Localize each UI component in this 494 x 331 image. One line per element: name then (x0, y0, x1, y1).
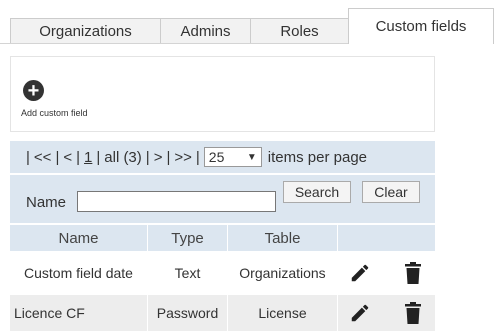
chevron-down-icon: ▼ (246, 151, 257, 163)
pagination-bar: | << | < | 1 | all (3) | > | >> | 25 ▼ i… (10, 141, 435, 173)
clear-button[interactable]: Clear (362, 181, 420, 203)
add-custom-field-label[interactable]: Add custom field (21, 108, 88, 118)
table-row-1-type: Text (174, 265, 201, 281)
column-header-name[interactable]: Name (10, 225, 147, 251)
table-row-1-table: Organizations (239, 265, 326, 281)
column-header-type[interactable]: Type (148, 225, 227, 251)
pager-separator: | (145, 148, 150, 166)
pager-page-1-link[interactable]: 1 (84, 149, 92, 166)
table-row-2-type: Password (156, 305, 219, 321)
pencil-icon[interactable] (346, 260, 374, 286)
tab-organizations[interactable]: Organizations (10, 18, 161, 43)
pager-last-link[interactable]: >> (174, 149, 192, 166)
tab-roles[interactable]: Roles (250, 18, 349, 43)
pager-first-link[interactable]: << (34, 149, 52, 166)
items-per-page-label: items per page (267, 148, 368, 166)
pager-all-link[interactable]: all (3) (104, 149, 142, 166)
pencil-icon[interactable] (346, 300, 374, 326)
trash-icon[interactable] (399, 260, 427, 286)
pager-separator: | (96, 148, 101, 166)
pager-next-link[interactable]: > (154, 149, 163, 166)
pager-separator: | (166, 148, 171, 166)
column-divider (337, 295, 338, 331)
column-header-table[interactable]: Table (228, 225, 337, 251)
pager-separator: | (76, 148, 81, 166)
tab-admins[interactable]: Admins (160, 18, 251, 43)
pager-separator: | (195, 148, 200, 166)
toolbar-panel (10, 56, 435, 132)
pager-prev-link[interactable]: < (63, 149, 72, 166)
name-filter-input[interactable] (77, 191, 276, 212)
table-row-2-table: License (258, 305, 307, 321)
table-row-1-name: Custom field date (24, 265, 133, 281)
column-header-actions (338, 225, 435, 251)
table-row-2-name: Licence CF (14, 305, 85, 321)
pager-separator: | (55, 148, 60, 166)
trash-icon[interactable] (399, 300, 427, 326)
pager-separator: | (26, 148, 30, 166)
name-filter-label: Name (26, 194, 67, 211)
items-per-page-select[interactable]: 25 ▼ (203, 147, 262, 167)
plus-circle-icon[interactable]: + (23, 80, 44, 101)
tab-custom-fields[interactable]: Custom fields (348, 8, 494, 44)
items-per-page-value: 25 (208, 149, 225, 165)
search-button[interactable]: Search (283, 181, 351, 203)
